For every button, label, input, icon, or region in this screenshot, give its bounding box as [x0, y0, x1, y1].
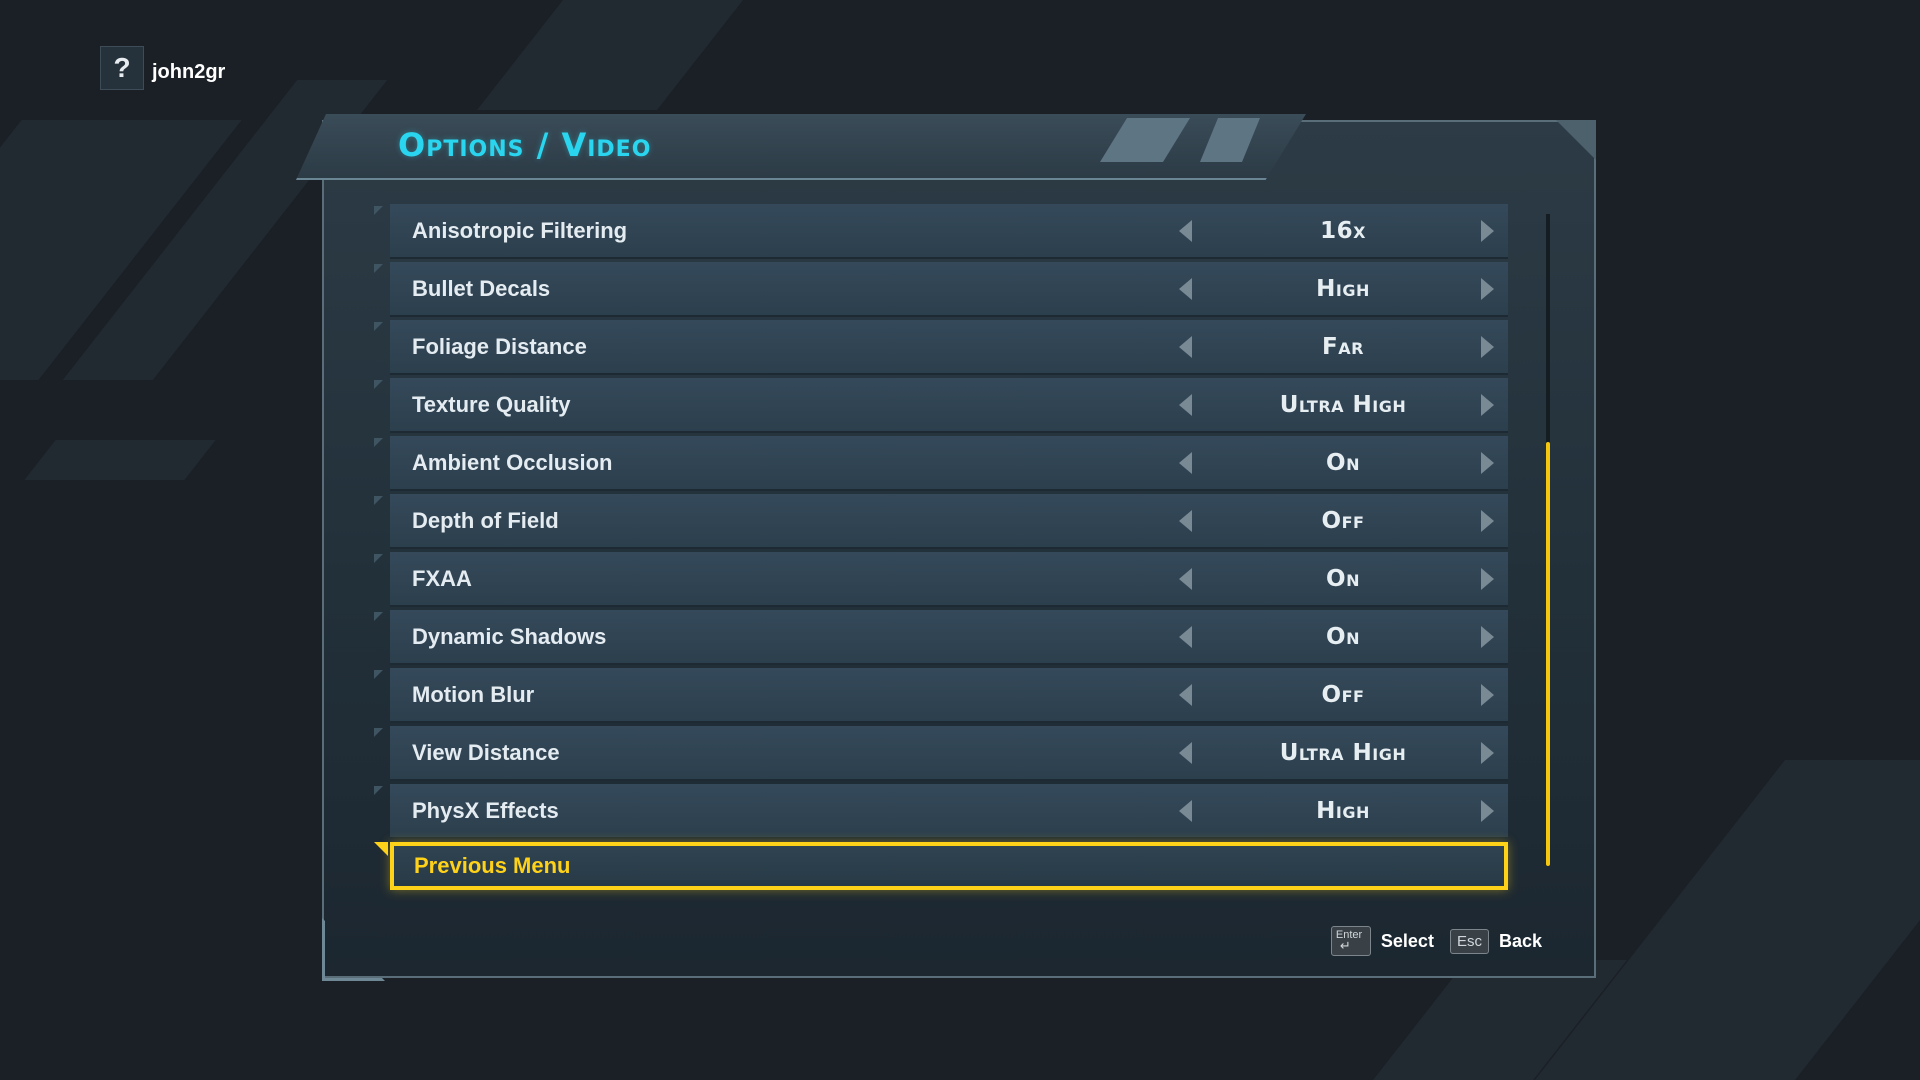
scrollbar[interactable] [1546, 214, 1550, 866]
selection-marker [374, 842, 388, 856]
row-notch [374, 380, 383, 389]
arrow-right-icon[interactable] [1481, 451, 1494, 474]
option-value: On [1326, 565, 1360, 592]
arrow-right-icon[interactable] [1481, 683, 1494, 706]
option-label: Ambient Occlusion [412, 449, 613, 475]
arrow-right-icon[interactable] [1481, 335, 1494, 358]
options-list: Anisotropic Filtering 16x Bullet Decals … [374, 204, 1508, 890]
option-row-fxaa[interactable]: FXAA On [374, 552, 1508, 607]
option-label: Foliage Distance [412, 333, 587, 359]
arrow-left-icon[interactable] [1179, 625, 1192, 648]
option-value: 16x [1320, 217, 1366, 244]
row-notch [374, 670, 383, 679]
arrow-right-icon[interactable] [1481, 509, 1494, 532]
option-row-bullet-decals[interactable]: Bullet Decals High [374, 262, 1508, 317]
arrow-right-icon[interactable] [1481, 277, 1494, 300]
option-row-physx-effects[interactable]: PhysX Effects High [374, 784, 1508, 839]
arrow-left-icon[interactable] [1179, 741, 1192, 764]
option-value: On [1326, 623, 1360, 650]
option-label: Texture Quality [412, 391, 571, 417]
option-label: Anisotropic Filtering [412, 217, 628, 243]
scrollbar-thumb[interactable] [1546, 442, 1550, 866]
option-label: Depth of Field [412, 507, 559, 533]
bg-stripe [24, 440, 216, 480]
back-hint[interactable]: Back [1499, 931, 1542, 952]
row-notch [374, 496, 383, 505]
previous-menu-button[interactable]: Previous Menu [374, 842, 1508, 890]
option-label: View Distance [412, 739, 560, 765]
arrow-right-icon[interactable] [1481, 567, 1494, 590]
option-label: PhysX Effects [412, 797, 559, 823]
arrow-left-icon[interactable] [1179, 219, 1192, 242]
select-hint[interactable]: Select [1381, 931, 1434, 952]
arrow-left-icon[interactable] [1179, 393, 1192, 416]
avatar: ? [100, 46, 144, 90]
row-notch [374, 322, 383, 331]
previous-menu-label: Previous Menu [414, 853, 571, 878]
arrow-left-icon[interactable] [1179, 799, 1192, 822]
esc-key-icon: Esc [1449, 928, 1489, 954]
control-hints: Enter ↵ Select Esc Back [1330, 926, 1548, 956]
option-row-foliage-distance[interactable]: Foliage Distance Far [374, 320, 1508, 375]
option-value: Far [1322, 333, 1364, 360]
option-value: Off [1321, 681, 1365, 708]
return-arrow-icon: ↵ [1339, 938, 1351, 953]
row-notch [374, 206, 383, 215]
option-row-view-distance[interactable]: View Distance Ultra High [374, 726, 1508, 781]
arrow-left-icon[interactable] [1179, 509, 1192, 532]
arrow-left-icon[interactable] [1179, 567, 1192, 590]
option-value: Off [1321, 507, 1365, 534]
option-label: Motion Blur [412, 681, 535, 707]
option-row-texture-quality[interactable]: Texture Quality Ultra High [374, 378, 1508, 433]
option-row-motion-blur[interactable]: Motion Blur Off [374, 668, 1508, 723]
option-label: Dynamic Shadows [412, 623, 607, 649]
arrow-left-icon[interactable] [1179, 451, 1192, 474]
arrow-left-icon[interactable] [1179, 335, 1192, 358]
option-value: On [1326, 449, 1360, 476]
option-row-ambient-occlusion[interactable]: Ambient Occlusion On [374, 436, 1508, 491]
row-notch [374, 728, 383, 737]
arrow-right-icon[interactable] [1481, 625, 1494, 648]
bg-stripe [477, 0, 743, 110]
arrow-left-icon[interactable] [1179, 683, 1192, 706]
row-notch [374, 554, 383, 563]
row-notch [374, 264, 383, 273]
option-value: Ultra High [1279, 391, 1407, 418]
option-label: FXAA [412, 565, 472, 591]
username: john2gr [152, 60, 226, 83]
option-row-anisotropic-filtering[interactable]: Anisotropic Filtering 16x [374, 204, 1508, 259]
option-row-depth-of-field[interactable]: Depth of Field Off [374, 494, 1508, 549]
enter-key-icon: Enter ↵ [1330, 926, 1371, 956]
page-title: Options / Video [398, 126, 652, 164]
row-notch [374, 612, 383, 621]
option-row-dynamic-shadows[interactable]: Dynamic Shadows On [374, 610, 1508, 665]
arrow-right-icon[interactable] [1481, 799, 1494, 822]
option-value: Ultra High [1279, 739, 1407, 766]
arrow-right-icon[interactable] [1481, 219, 1494, 242]
arrow-right-icon[interactable] [1481, 741, 1494, 764]
arrow-left-icon[interactable] [1179, 277, 1192, 300]
option-label: Bullet Decals [412, 275, 551, 301]
option-value: High [1316, 797, 1370, 824]
arrow-right-icon[interactable] [1481, 393, 1494, 416]
row-notch [374, 786, 383, 795]
player-profile: ? john2gr [100, 46, 225, 90]
row-notch [374, 438, 383, 447]
option-value: High [1316, 275, 1370, 302]
